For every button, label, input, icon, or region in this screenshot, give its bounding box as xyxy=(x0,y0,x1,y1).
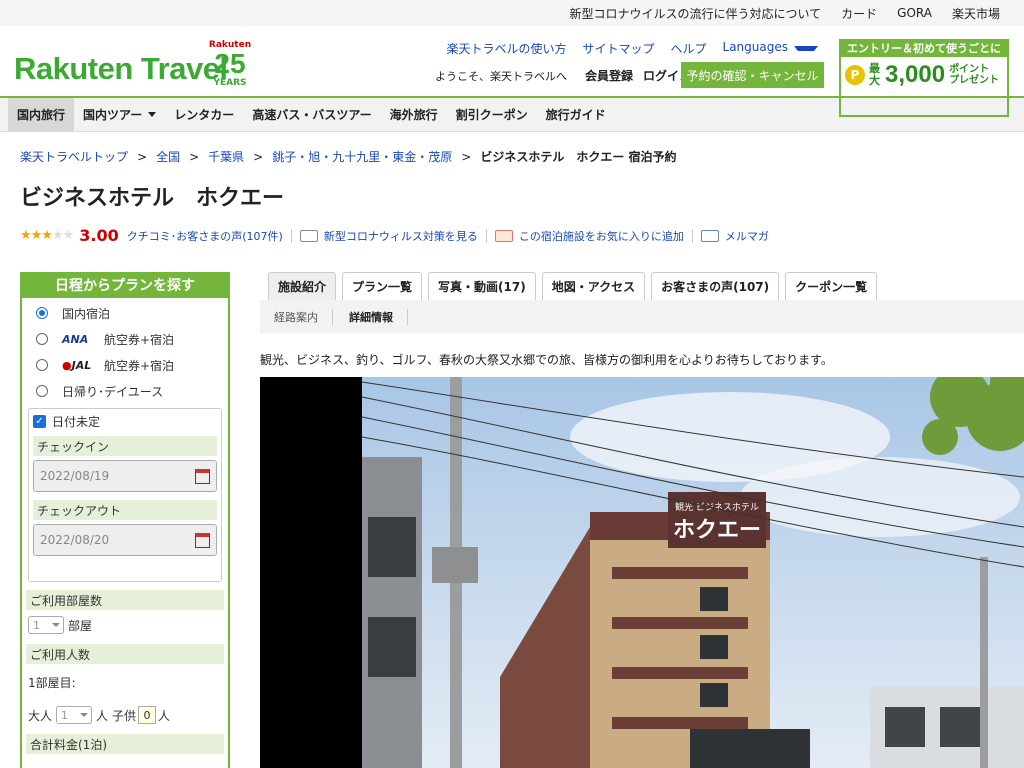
calendar-icon[interactable] xyxy=(195,468,210,484)
adult-select[interactable]: 1 xyxy=(56,706,93,724)
card-link[interactable]: カード xyxy=(831,5,887,22)
tab-plans[interactable]: プラン一覧 xyxy=(342,272,423,300)
ichiba-link[interactable]: 楽天市場 xyxy=(942,5,1010,22)
chevron-down-icon xyxy=(794,46,818,51)
breadcrumb: 楽天トラベルトップ > 全国 > 千葉県 > 銚子・旭・九十九里・東金・茂原 >… xyxy=(20,148,677,165)
option-domestic[interactable]: 国内宿泊 xyxy=(22,300,228,326)
member-row: ようこそ、楽天トラベルへ 会員登録 ログイン xyxy=(435,67,701,84)
hotel-tabs: 施設紹介 プラン一覧 写真・動画(17) 地図・アクセス お客さまの声(107)… xyxy=(268,272,878,300)
rooms-label: ご利用部屋数 xyxy=(26,590,224,610)
guests-label: ご利用人数 xyxy=(26,644,224,664)
plan-search-panel: 日程からプランを探す 国内宿泊 ANA 航空券+宿泊 ●JAL 航空券+宿泊 日帰り… xyxy=(20,272,230,768)
rating-row: ★★★★★ 3.00 クチコミ･お客さまの声(107件) 新型コロナウィルス対策… xyxy=(20,226,769,245)
ana-logo: ANA xyxy=(62,332,89,346)
plan-search-heading: 日程からプランを探す xyxy=(22,274,228,298)
newsletter-link[interactable]: メルマガ xyxy=(725,228,769,244)
checkout-label: チェックアウト xyxy=(33,500,217,520)
hotel-photo[interactable]: 観光 ビジネスホテル ホクエー xyxy=(260,377,1024,768)
document-icon xyxy=(299,229,318,242)
chevron-down-icon xyxy=(148,112,157,117)
header-links: 楽天トラベルの使い方 サイトマップ ヘルプ Languages xyxy=(438,40,826,57)
hotel-intro: 観光、ビジネス、釣り、ゴルフ、春秋の大祭又水郷での旅、皆様方の御利用を心よりお待… xyxy=(260,353,833,367)
room1-label: 1部屋目: xyxy=(28,675,76,690)
tab-coupons[interactable]: クーポン一覧 xyxy=(785,272,878,300)
site-logo[interactable]: Rakuten Travel xyxy=(14,51,228,87)
covid-notice-link[interactable]: 新型コロナウイルスの流行に伴う対応について xyxy=(560,5,832,22)
point-coin-icon: P xyxy=(845,65,865,85)
nav-guide[interactable]: 旅行ガイド xyxy=(537,98,615,131)
radio-ana[interactable] xyxy=(36,333,48,345)
subtab-route[interactable]: 経路案内 xyxy=(274,308,333,325)
hotel-sign: ホクエー xyxy=(673,518,761,543)
hotel-photo-image: 観光 ビジネスホテル ホクエー xyxy=(260,377,1024,768)
breadcrumb-japan[interactable]: 全国 xyxy=(156,148,180,165)
overview-subtabs: 経路案内 詳細情報 xyxy=(260,300,1024,333)
welcome-text: ようこそ、楽天トラベルへ xyxy=(435,69,567,83)
tab-overview[interactable]: 施設紹介 xyxy=(268,272,337,300)
mail-icon xyxy=(700,229,719,242)
nav-rentacar[interactable]: レンタカー xyxy=(165,98,243,131)
checkout-input[interactable]: 2022/08/20 xyxy=(33,524,217,556)
jal-logo: ●JAL xyxy=(62,358,92,372)
checkin-label: チェックイン xyxy=(33,436,217,456)
radio-dayuse[interactable] xyxy=(36,385,48,397)
checkin-input[interactable]: 2022/08/19 xyxy=(33,460,217,492)
nav-domestic-tour[interactable]: 国内ツアー xyxy=(74,98,165,131)
add-favorite-link[interactable]: この宿泊施設をお気に入りに追加 xyxy=(519,228,684,244)
languages-dropdown[interactable]: Languages xyxy=(715,40,826,57)
nav-coupon[interactable]: 割引クーポン xyxy=(447,98,537,131)
breadcrumb-area[interactable]: 銚子・旭・九十九里・東金・茂原 xyxy=(272,148,452,165)
date-selector: ✓ 日付未定 チェックイン 2022/08/19 チェックアウト 2022/08/… xyxy=(28,408,222,582)
rating-score: 3.00 xyxy=(79,226,119,245)
option-dayuse[interactable]: 日帰り･デイユース xyxy=(22,378,228,404)
chevron-down-icon xyxy=(52,623,60,627)
gora-link[interactable]: GORA xyxy=(887,6,942,20)
sitemap-link[interactable]: サイトマップ xyxy=(574,40,662,57)
breadcrumb-chiba[interactable]: 千葉県 xyxy=(208,148,244,165)
option-ana[interactable]: ANA 航空券+宿泊 xyxy=(22,326,228,352)
radio-jal[interactable] xyxy=(36,359,48,371)
calendar-icon[interactable] xyxy=(195,532,210,548)
utility-bar: 新型コロナウイルスの流行に伴う対応について カード GORA 楽天市場 xyxy=(0,0,1024,26)
option-jal[interactable]: ●JAL 航空券+宿泊 xyxy=(22,352,228,378)
covid-measures-link[interactable]: 新型コロナウィルス対策を見る xyxy=(324,228,478,244)
checkmark-icon: ✓ xyxy=(33,415,46,428)
help-link[interactable]: ヘルプ xyxy=(663,40,715,57)
tab-photos[interactable]: 写真・動画(17) xyxy=(428,272,536,300)
tab-reviews[interactable]: お客さまの声(107) xyxy=(651,272,780,300)
radio-domestic[interactable] xyxy=(36,307,48,319)
chevron-down-icon xyxy=(80,713,89,717)
anniversary-logo: Rakuten 25 YEARS xyxy=(208,40,252,88)
points-promo-banner[interactable]: エントリー＆初めて使うごとに P 最大 3,000 ポイント プレゼント xyxy=(839,39,1009,117)
breadcrumb-current: ビジネスホテル ホクエー 宿泊予約 xyxy=(480,150,677,164)
nav-overseas[interactable]: 海外旅行 xyxy=(381,98,447,131)
favorite-folder-icon xyxy=(494,229,513,242)
how-to-use-link[interactable]: 楽天トラベルの使い方 xyxy=(438,40,574,57)
breadcrumb-top[interactable]: 楽天トラベルトップ xyxy=(20,148,128,165)
page-title: ビジネスホテル ホクエー xyxy=(20,186,285,211)
reservation-confirm-button[interactable]: 予約の確認・キャンセル xyxy=(681,62,824,88)
register-link[interactable]: 会員登録 xyxy=(585,67,633,84)
child-input[interactable]: 0 xyxy=(138,706,157,724)
nav-domestic[interactable]: 国内旅行 xyxy=(8,98,75,131)
total-price-label: 合計料金(1泊) xyxy=(26,734,224,754)
date-undecided-checkbox[interactable]: ✓ 日付未定 xyxy=(33,413,217,430)
rooms-select[interactable]: 1 xyxy=(28,616,64,634)
star-rating: ★★★★★ xyxy=(20,228,74,243)
site-header: Rakuten Travel Rakuten 25 YEARS 楽天トラベルの使… xyxy=(0,26,1024,117)
tab-map[interactable]: 地図・アクセス xyxy=(541,272,646,300)
nav-bus[interactable]: 高速バス・バスツアー xyxy=(243,98,380,131)
subtab-details[interactable]: 詳細情報 xyxy=(349,308,408,325)
reviews-link[interactable]: クチコミ･お客さまの声(107件) xyxy=(127,228,283,244)
